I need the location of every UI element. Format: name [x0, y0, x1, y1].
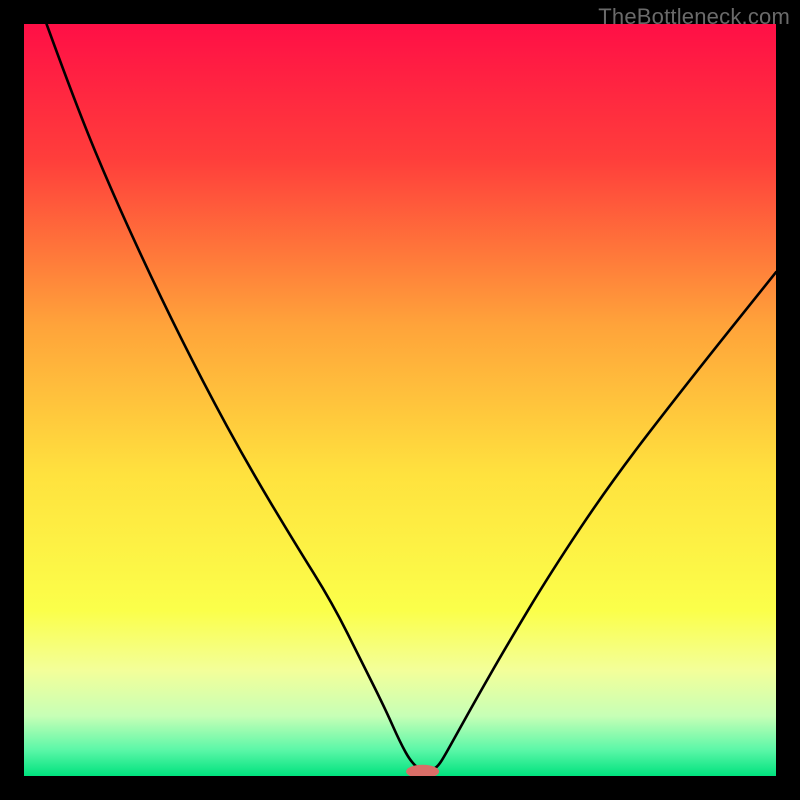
chart-svg [24, 24, 776, 776]
watermark-label: TheBottleneck.com [598, 4, 790, 30]
gradient-background [24, 24, 776, 776]
chart-frame: TheBottleneck.com [0, 0, 800, 800]
plot-area [24, 24, 776, 776]
